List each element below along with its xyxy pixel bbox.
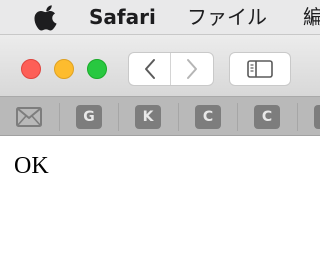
close-window-button[interactable] — [21, 59, 41, 79]
favorite-mail[interactable] — [0, 97, 58, 136]
back-button[interactable] — [129, 53, 172, 85]
window-toolbar — [0, 34, 320, 96]
favorite-item[interactable]: C — [298, 97, 320, 136]
favorites-bar: G K C C C — [0, 96, 320, 136]
safari-window: G K C C C OK — [0, 34, 320, 280]
forward-button[interactable] — [171, 53, 213, 85]
minimize-window-button[interactable] — [54, 59, 74, 79]
favorite-item[interactable]: C — [179, 97, 237, 136]
sidebar-icon — [247, 60, 273, 78]
favorite-item[interactable]: C — [238, 97, 296, 136]
sidebar-toggle-button[interactable] — [229, 52, 291, 86]
navigation-buttons — [128, 52, 214, 86]
letter-tile-icon: C — [314, 104, 320, 129]
chevron-right-icon — [187, 59, 197, 79]
favorite-item[interactable]: G — [60, 97, 118, 136]
letter-tile-icon: C — [254, 104, 280, 129]
menu-bar: Safari ファイル 編 — [0, 0, 320, 34]
page-content: OK — [0, 137, 320, 280]
letter-tile-icon: K — [135, 104, 161, 129]
menu-app-name[interactable]: Safari — [89, 4, 156, 30]
zoom-window-button[interactable] — [87, 59, 107, 79]
page-body-text: OK — [14, 153, 49, 179]
favorite-item[interactable]: K — [119, 97, 177, 136]
chevron-left-icon — [144, 59, 155, 79]
menu-item-edit[interactable]: 編 — [303, 4, 320, 30]
apple-logo-icon[interactable] — [34, 5, 58, 31]
mail-envelope-icon — [16, 106, 42, 127]
letter-tile-icon: C — [195, 104, 221, 129]
letter-tile-icon: G — [76, 104, 102, 129]
menu-item-file[interactable]: ファイル — [187, 4, 267, 30]
